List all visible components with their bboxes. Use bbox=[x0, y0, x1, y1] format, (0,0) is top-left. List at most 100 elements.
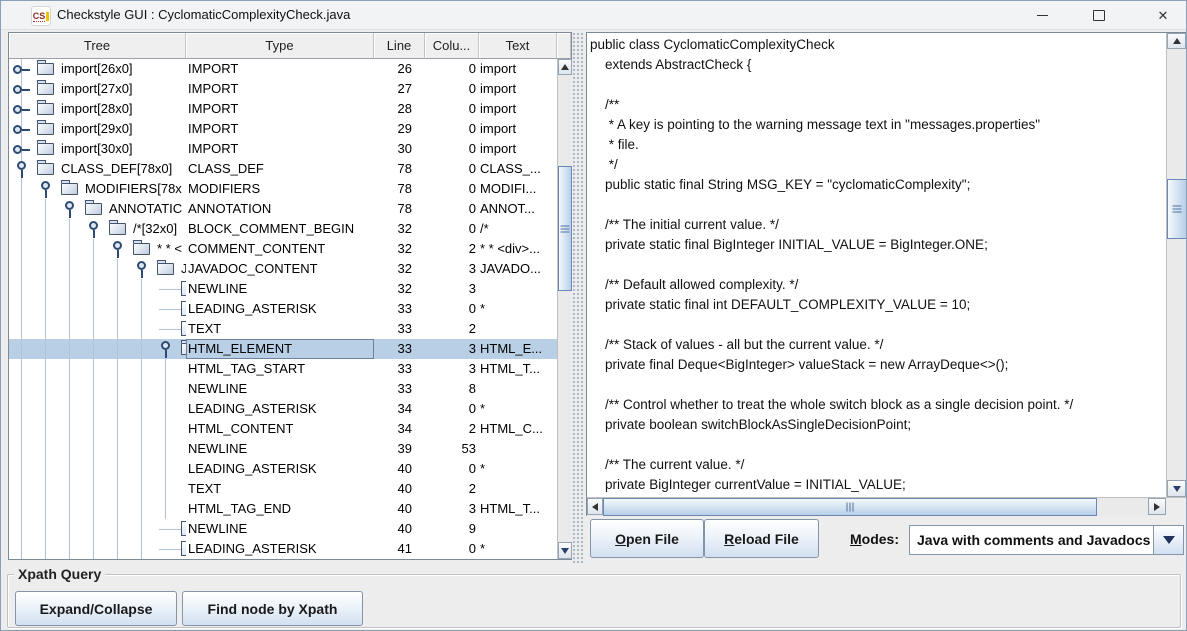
scroll-left-button[interactable] bbox=[587, 498, 603, 515]
tree-cell: MODIFIERS[78x bbox=[9, 179, 186, 199]
tree-expand-handle[interactable] bbox=[13, 101, 30, 117]
tree-table-row[interactable]: TEXT402 bbox=[9, 479, 557, 499]
tree-guide-line bbox=[141, 339, 142, 359]
handle-circle-icon bbox=[13, 65, 22, 74]
maximize-button[interactable] bbox=[1076, 1, 1122, 29]
tree-expand-handle[interactable] bbox=[13, 61, 30, 77]
tree-table-row[interactable]: import[29x0]IMPORT290import bbox=[9, 119, 557, 139]
handle-circle-icon bbox=[65, 201, 74, 210]
tree-expand-handle[interactable] bbox=[61, 201, 78, 217]
text-cell bbox=[479, 279, 557, 299]
tree-expand-handle[interactable] bbox=[13, 141, 30, 157]
tree-table-row[interactable]: JJAVADOC_CONTENT323JAVADO... bbox=[9, 259, 557, 279]
tree-table-row[interactable]: HTML_ELEMENT333HTML_E... bbox=[9, 339, 557, 359]
tree-table-row[interactable]: /*[32x0]BLOCK_COMMENT_BEGIN320/* bbox=[9, 219, 557, 239]
tree-guide-line bbox=[93, 399, 94, 419]
scroll-down-button[interactable] bbox=[1167, 480, 1186, 497]
tree-cell bbox=[9, 439, 186, 459]
scrollbar-thumb[interactable] bbox=[1167, 179, 1187, 239]
tree-table-row[interactable]: NEWLINE338 bbox=[9, 379, 557, 399]
tree-table-row[interactable]: HTML_CONTENT342HTML_C... bbox=[9, 419, 557, 439]
type-cell: CLASS_DEF bbox=[186, 159, 374, 179]
type-cell: LEADING_ASTERISK bbox=[186, 399, 374, 419]
scrollbar-thumb[interactable] bbox=[603, 498, 1097, 516]
code-line: /** Stack of values - all but the curren… bbox=[590, 335, 883, 355]
tree-table-row[interactable]: MODIFIERS[78xMODIFIERS780MODIFI... bbox=[9, 179, 557, 199]
tree-guide-line bbox=[45, 279, 46, 299]
handle-stem-icon bbox=[22, 69, 30, 71]
tree-table-row[interactable]: LEADING_ASTERISK330* bbox=[9, 299, 557, 319]
code-line: private static final BigInteger INITIAL_… bbox=[590, 235, 988, 255]
code-line: /** bbox=[590, 95, 619, 115]
tree-table-row[interactable]: import[30x0]IMPORT300import bbox=[9, 139, 557, 159]
tree-expand-handle[interactable] bbox=[13, 81, 30, 97]
split-pane-divider[interactable] bbox=[572, 32, 585, 563]
code-line: * A key is pointing to the warning messa… bbox=[590, 115, 1040, 135]
tree-table-row[interactable]: LEADING_ASTERISK400* bbox=[9, 459, 557, 479]
tree-guide-line bbox=[45, 199, 46, 219]
tree-guide-line bbox=[117, 419, 118, 439]
type-cell: HTML_ELEMENT bbox=[186, 339, 374, 359]
find-node-label: Find node by Xpath bbox=[208, 601, 338, 617]
column-header-type[interactable]: Type bbox=[186, 33, 374, 59]
tree-guide-line bbox=[93, 379, 94, 399]
find-node-by-xpath-button[interactable]: Find node by Xpath bbox=[182, 591, 363, 626]
tree-guide-dash bbox=[159, 549, 181, 550]
column-header-colu[interactable]: Colu... bbox=[425, 33, 479, 59]
code-line: /** The initial current value. */ bbox=[590, 215, 779, 235]
scroll-right-button[interactable] bbox=[1148, 498, 1166, 515]
tree-table-row[interactable]: ANNOTATICANNOTATION780ANNOT... bbox=[9, 199, 557, 219]
line-cell: 30 bbox=[374, 139, 425, 159]
tree-table-row[interactable]: HTML_TAG_START333HTML_T... bbox=[9, 359, 557, 379]
tree-expand-handle[interactable] bbox=[13, 161, 30, 177]
tree-table-row[interactable]: import[28x0]IMPORT280import bbox=[9, 99, 557, 119]
type-cell: HTML_CONTENT bbox=[186, 419, 374, 439]
folder-icon bbox=[61, 183, 78, 195]
column-header-line[interactable]: Line bbox=[374, 33, 425, 59]
app-icon-letters: CS bbox=[33, 11, 46, 22]
tree-guide-line bbox=[45, 519, 46, 539]
tree-table-row[interactable]: HTML_TAG_END403HTML_T... bbox=[9, 499, 557, 519]
tree-guide-line bbox=[141, 499, 142, 519]
tree-table-row[interactable]: TEXT332 bbox=[9, 319, 557, 339]
tree-table-row[interactable]: * * <COMMENT_CONTENT322* * <div>... bbox=[9, 239, 557, 259]
text-cell: ANNOT... bbox=[479, 199, 557, 219]
tree-table-row[interactable]: NEWLINE3953 bbox=[9, 439, 557, 459]
tree-guide-line bbox=[117, 459, 118, 479]
expand-collapse-button[interactable]: Expand/Collapse bbox=[15, 591, 177, 626]
tree-table-row[interactable]: import[27x0]IMPORT270import bbox=[9, 79, 557, 99]
tree-table-row[interactable]: LEADING_ASTERISK410* bbox=[9, 539, 557, 559]
modes-combobox[interactable]: Java with comments and Javadocs bbox=[909, 525, 1184, 555]
column-header-text[interactable]: Text bbox=[479, 33, 557, 59]
tree-table-row[interactable]: LEADING_ASTERISK340* bbox=[9, 399, 557, 419]
tree-expand-handle[interactable] bbox=[13, 121, 30, 137]
type-cell: IMPORT bbox=[186, 59, 374, 79]
open-file-button[interactable]: Open File bbox=[590, 519, 704, 558]
tree-guide-line bbox=[117, 279, 118, 299]
code-vertical-scrollbar[interactable] bbox=[1166, 33, 1187, 497]
scroll-up-button[interactable] bbox=[558, 59, 572, 75]
tree-expand-handle[interactable] bbox=[133, 261, 150, 277]
tree-table-row[interactable]: import[26x0]IMPORT260import bbox=[9, 59, 557, 79]
scrollbar-thumb[interactable] bbox=[558, 166, 572, 291]
tree-expand-handle[interactable] bbox=[85, 221, 102, 237]
combobox-arrow-button[interactable] bbox=[1153, 526, 1183, 554]
tree-expand-handle[interactable] bbox=[37, 181, 54, 197]
tree-table-vertical-scrollbar[interactable] bbox=[557, 59, 572, 559]
maximize-icon bbox=[1093, 10, 1105, 21]
tree-table-row[interactable]: NEWLINE323 bbox=[9, 279, 557, 299]
tree-expand-handle[interactable] bbox=[109, 241, 126, 257]
minimize-button[interactable] bbox=[1019, 1, 1065, 29]
tree-table-row[interactable]: NEWLINE409 bbox=[9, 519, 557, 539]
scroll-up-button[interactable] bbox=[1167, 33, 1186, 49]
scroll-down-button[interactable] bbox=[558, 542, 572, 559]
column-header-tree[interactable]: Tree bbox=[9, 33, 186, 59]
source-code-text-area[interactable]: public class CyclomaticComplexityCheck e… bbox=[587, 33, 1166, 497]
tree-guide-line bbox=[21, 219, 22, 239]
tree-table-row[interactable]: CLASS_DEF[78x0]CLASS_DEF780CLASS_... bbox=[9, 159, 557, 179]
reload-file-button[interactable]: Reload File bbox=[704, 519, 819, 558]
close-button[interactable]: ✕ bbox=[1138, 1, 1187, 29]
tree-expand-handle[interactable] bbox=[157, 341, 174, 357]
code-horizontal-scrollbar[interactable] bbox=[587, 497, 1166, 516]
arrow-down-icon bbox=[561, 548, 569, 554]
